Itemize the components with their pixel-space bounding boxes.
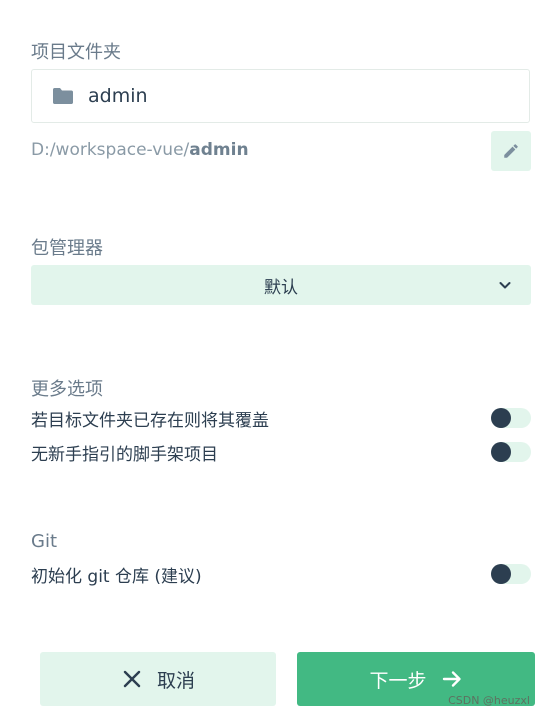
chevron-down-icon xyxy=(497,277,513,293)
close-icon xyxy=(121,668,143,690)
pencil-icon xyxy=(502,142,520,160)
package-manager-heading: 包管理器 xyxy=(31,238,103,259)
package-manager-select[interactable]: 默认 xyxy=(31,265,531,305)
project-path: D:/workspace-vue/admin xyxy=(31,140,249,160)
folder-icon xyxy=(52,87,74,105)
option-no-guide: 无新手指引的脚手架项目 xyxy=(31,439,531,465)
edit-path-button[interactable] xyxy=(491,131,531,171)
git-heading: Git xyxy=(31,531,58,552)
path-folder-name: admin xyxy=(189,140,249,160)
option-no-guide-toggle[interactable] xyxy=(491,442,531,462)
arrow-right-icon xyxy=(441,668,463,690)
watermark: CSDN @heuzxl xyxy=(448,694,530,707)
option-overwrite: 若目标文件夹已存在则将其覆盖 xyxy=(31,405,531,431)
option-overwrite-toggle[interactable] xyxy=(491,408,531,428)
folder-name: admin xyxy=(88,85,148,107)
toggle-knob xyxy=(491,564,511,584)
project-folder-heading: 项目文件夹 xyxy=(31,42,121,63)
package-manager-value: 默认 xyxy=(264,277,298,298)
next-step-button-label: 下一步 xyxy=(369,669,427,692)
option-init-git-toggle[interactable] xyxy=(491,564,531,584)
toggle-knob xyxy=(491,408,511,428)
option-init-git-label: 初始化 git 仓库 (建议) xyxy=(31,566,202,587)
cancel-button[interactable]: 取消 xyxy=(40,652,276,706)
project-folder-field[interactable]: admin xyxy=(31,69,530,123)
toggle-knob xyxy=(491,442,511,462)
option-init-git: 初始化 git 仓库 (建议) xyxy=(31,561,531,587)
option-no-guide-label: 无新手指引的脚手架项目 xyxy=(31,444,218,465)
path-prefix: D:/workspace-vue/ xyxy=(31,140,190,160)
cancel-button-label: 取消 xyxy=(156,669,195,692)
option-overwrite-label: 若目标文件夹已存在则将其覆盖 xyxy=(31,410,269,431)
more-options-heading: 更多选项 xyxy=(31,379,103,400)
